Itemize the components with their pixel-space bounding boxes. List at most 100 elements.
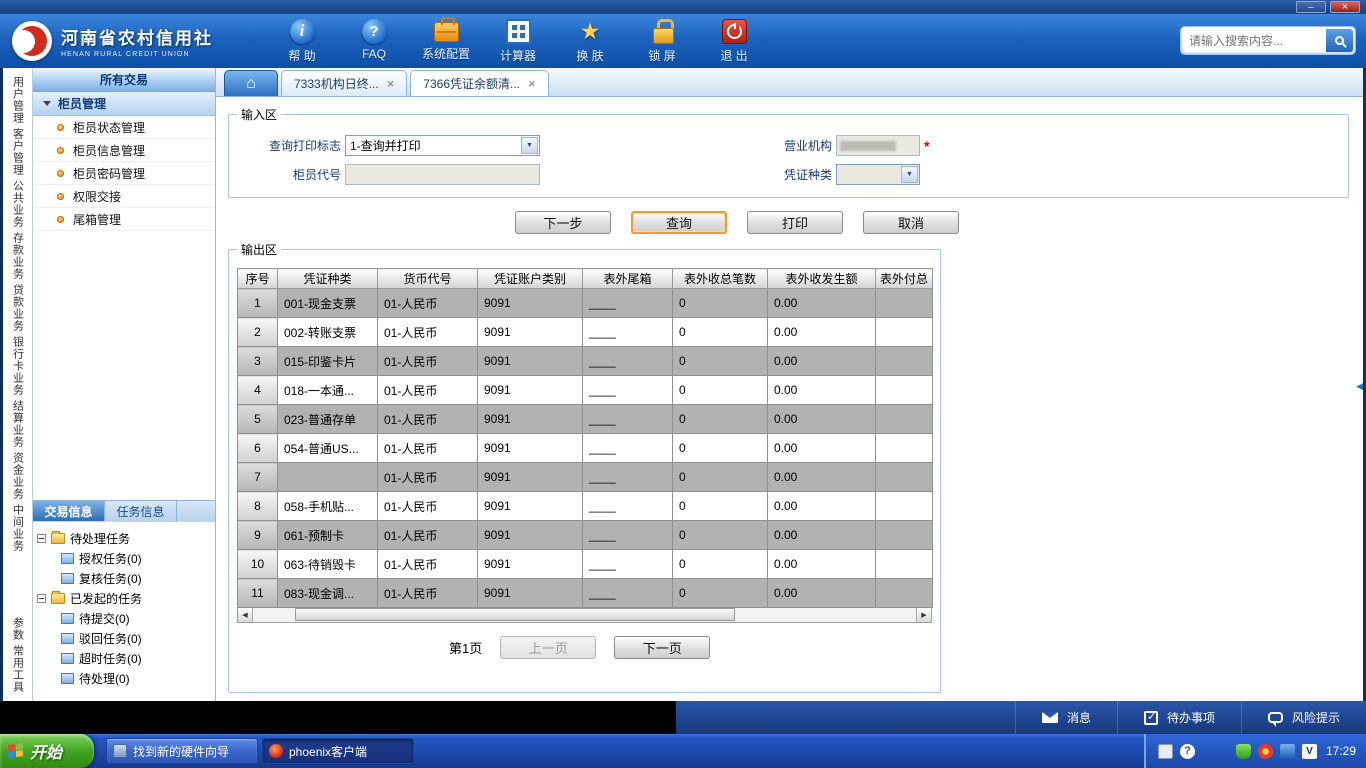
scrollbar-thumb[interactable] [295,608,735,621]
next-step-button[interactable]: 下一步 [515,211,611,234]
sidebar-item-2[interactable]: 柜员密码管理 [33,162,215,185]
row-number-cell: 1 [237,288,278,318]
network-icon[interactable] [1279,743,1295,759]
taskbar-task-hardware[interactable]: 找到新的硬件向导 [106,738,258,764]
table-row[interactable]: 2 002-转账支票 01-人民币 9091 ____ 0 0.00 [237,317,933,347]
tree-node[interactable]: 待处理任务 [37,528,211,548]
vertical-tab-0[interactable]: 用户管理 [10,76,26,124]
vertical-tab-10[interactable]: 常用工具 [10,645,26,693]
table-cell: ____ [582,375,673,405]
toolbar-system-config[interactable]: 系统配置 [416,16,476,64]
search-input[interactable] [1183,29,1326,52]
table-row[interactable]: 4 018-一本通... 01-人民币 9091 ____ 0 0.00 [237,375,933,405]
next-page-button[interactable]: 下一页 [614,636,711,659]
close-tab-icon[interactable] [387,77,395,91]
sidebar-item-0[interactable]: 柜员状态管理 [33,116,215,139]
sidebar-bottom-tabs: 交易信息 任务信息 [33,500,215,521]
tree-leaf[interactable]: 超时任务(0) [37,648,211,668]
home-tab[interactable] [224,70,278,96]
toolbar-help[interactable]: 帮 助 [272,18,332,64]
keyboard-icon[interactable] [1157,743,1173,759]
toolbar-lock-screen[interactable]: 锁 屏 [632,18,692,64]
vertical-tab-3[interactable]: 存款业务 [10,232,26,280]
scrollbar-track[interactable] [253,608,916,622]
bank-name: 河南省农村信用社 [61,29,213,48]
chevron-down-icon [521,137,538,154]
antivirus-icon[interactable] [1235,743,1251,759]
tree-node[interactable]: 已发起的任务 [37,588,211,608]
risk-icon [1267,712,1283,727]
table-cell: 0 [672,520,768,550]
task-icon [61,672,74,684]
business-org-input[interactable] [836,135,920,156]
collapse-icon[interactable] [37,593,46,603]
horizontal-scrollbar[interactable] [237,608,932,623]
vertical-tab-4[interactable]: 贷款业务 [10,284,26,332]
help-icon [289,18,315,44]
minimize-button[interactable] [1296,1,1326,13]
tree-leaf[interactable]: 复核任务(0) [37,568,211,588]
status-risk[interactable]: 风险提示 [1240,701,1366,734]
collapse-panel-icon[interactable] [1356,376,1363,394]
table-cell: 0 [672,346,768,376]
start-button[interactable]: 开始 [0,734,94,768]
table-cell [875,317,933,347]
table-row[interactable]: 10 063-待销毁卡 01-人民币 9091 ____ 0 0.00 [237,549,933,579]
table-cell: 01-人民币 [377,462,478,492]
vertical-tab-2[interactable]: 公共业务 [10,180,26,228]
toolbar-exit[interactable]: 退 出 [704,18,764,64]
help-tray-icon[interactable] [1179,743,1195,759]
status-message[interactable]: 消息 [1014,701,1117,734]
security-tray-icon[interactable] [1257,743,1273,759]
search-button[interactable] [1326,29,1353,52]
bank-logo: 河南省农村信用社 HENAN RURAL CREDIT UNION [12,21,250,61]
input-method-icon[interactable] [1301,743,1317,759]
close-tab-icon[interactable] [528,77,536,91]
tree-leaf[interactable]: 待处理(0) [37,668,211,688]
scroll-right-icon[interactable] [916,608,931,622]
table-cell: 01-人民币 [377,404,478,434]
vertical-tab-1[interactable]: 客户管理 [10,128,26,176]
query-print-flag-select[interactable]: 1-查询并打印 [345,135,540,156]
vertical-tab-7[interactable]: 资金业务 [10,452,26,500]
table-row[interactable]: 6 054-普通US... 01-人民币 9091 ____ 0 0.00 [237,433,933,463]
voucher-type-select[interactable] [836,164,920,185]
cancel-button[interactable]: 取消 [863,211,959,234]
scroll-left-icon[interactable] [238,608,253,622]
vertical-tab-5[interactable]: 银行卡业务 [10,336,26,396]
sidebar-item-3[interactable]: 权限交接 [33,185,215,208]
sidebar-item-1[interactable]: 柜员信息管理 [33,139,215,162]
toolbar-faq[interactable]: FAQ [344,18,404,64]
table-row[interactable]: 1 001-现金支票 01-人民币 9091 ____ 0 0.00 [237,288,933,318]
teller-code-input[interactable] [345,164,540,185]
table-row[interactable]: 9 061-预制卡 01-人民币 9091 ____ 0 0.00 [237,520,933,550]
tree-leaf[interactable]: 待提交(0) [37,608,211,628]
taskbar-task-phoenix[interactable]: phoenix客户端 [262,738,414,764]
tree-leaf[interactable]: 驳回任务(0) [37,628,211,648]
table-row[interactable]: 11 083-现金调... 01-人民币 9091 ____ 0 0.00 [237,578,933,608]
table-row[interactable]: 5 023-普通存单 01-人民币 9091 ____ 0 0.00 [237,404,933,434]
bullet-icon [57,215,64,223]
sidebar-tab-1[interactable]: 任务信息 [105,501,177,521]
tab-7333[interactable]: 7333机构日终... [281,70,408,96]
table-row[interactable]: 7 01-人民币 9091 ____ 0 0.00 [237,462,933,492]
toolbar-calculator[interactable]: 计算器 [488,18,548,64]
section-teller-management[interactable]: 柜员管理 [33,92,215,116]
voucher-type-label: 凭证种类 [783,168,832,182]
toolbar-skin[interactable]: 换 肤 [560,19,620,64]
tab-7366[interactable]: 7366凭证余额清... [410,70,549,96]
status-todo[interactable]: 待办事项 [1116,701,1241,734]
vertical-tab-9[interactable]: 参数 [10,617,26,641]
prev-page-button[interactable]: 上一页 [500,636,597,659]
sidebar-item-4[interactable]: 尾箱管理 [33,208,215,231]
table-row[interactable]: 8 058-手机贴... 01-人民币 9091 ____ 0 0.00 [237,491,933,521]
vertical-tab-8[interactable]: 中间业务 [10,504,26,552]
vertical-tab-6[interactable]: 结算业务 [10,400,26,448]
query-button[interactable]: 查询 [631,211,727,234]
table-row[interactable]: 3 015-印鉴卡片 01-人民币 9091 ____ 0 0.00 [237,346,933,376]
close-button[interactable] [1330,1,1360,13]
sidebar-tab-0[interactable]: 交易信息 [33,501,105,521]
collapse-icon[interactable] [37,533,46,543]
tree-leaf[interactable]: 授权任务(0) [37,548,211,568]
print-button[interactable]: 打印 [747,211,843,234]
